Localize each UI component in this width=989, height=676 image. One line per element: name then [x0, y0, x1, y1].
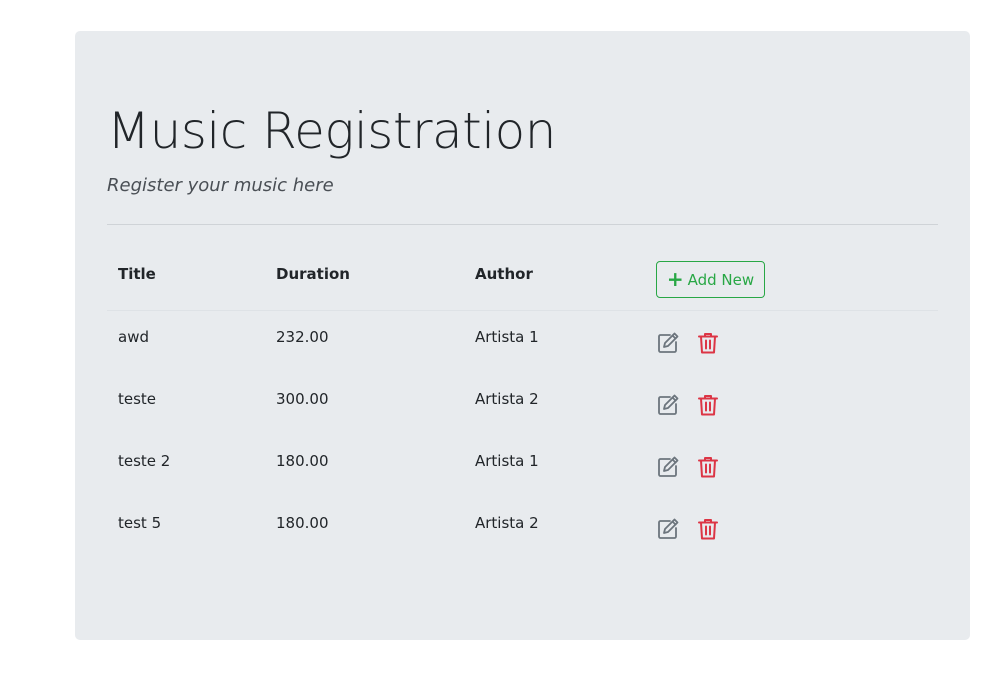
cell-title: awd [118, 328, 149, 346]
cell-author: Artista 2 [475, 390, 539, 408]
page-subtitle: Register your music here [107, 175, 334, 196]
row-actions [656, 393, 720, 417]
cell-author: Artista 2 [475, 514, 539, 532]
cell-author: Artista 1 [475, 328, 539, 346]
trash-icon[interactable] [696, 517, 720, 541]
column-header-author: Author [475, 265, 533, 283]
cell-duration: 300.00 [276, 390, 329, 408]
table-row: test 5 180.00 Artista 2 [107, 497, 938, 559]
row-actions [656, 455, 720, 479]
cell-duration: 180.00 [276, 452, 329, 470]
music-table: Title Duration Author + Add New awd 232.… [107, 225, 938, 559]
trash-icon[interactable] [696, 455, 720, 479]
table-header-row: Title Duration Author + Add New [107, 225, 938, 311]
row-actions [656, 331, 720, 355]
cell-title: teste [118, 390, 157, 408]
edit-icon[interactable] [656, 455, 680, 479]
trash-icon[interactable] [696, 331, 720, 355]
add-new-button[interactable]: + Add New [656, 261, 765, 298]
cell-title: teste 2 [118, 452, 171, 470]
table-row: teste 300.00 Artista 2 [107, 373, 938, 435]
table-row: teste 2 180.00 Artista 1 [107, 435, 938, 497]
table-row: awd 232.00 Artista 1 [107, 311, 938, 373]
add-new-label: Add New [687, 270, 755, 289]
cell-duration: 232.00 [276, 328, 329, 346]
column-header-duration: Duration [276, 265, 350, 283]
cell-duration: 180.00 [276, 514, 329, 532]
trash-icon[interactable] [696, 393, 720, 417]
edit-icon[interactable] [656, 393, 680, 417]
page-title: Music Registration [107, 102, 556, 160]
row-actions [656, 517, 720, 541]
plus-icon: + [666, 266, 684, 291]
edit-icon[interactable] [656, 331, 680, 355]
cell-title: test 5 [118, 514, 162, 532]
column-header-title: Title [118, 265, 156, 283]
cell-author: Artista 1 [475, 452, 539, 470]
jumbotron-panel: Music Registration Register your music h… [75, 31, 970, 640]
edit-icon[interactable] [656, 517, 680, 541]
